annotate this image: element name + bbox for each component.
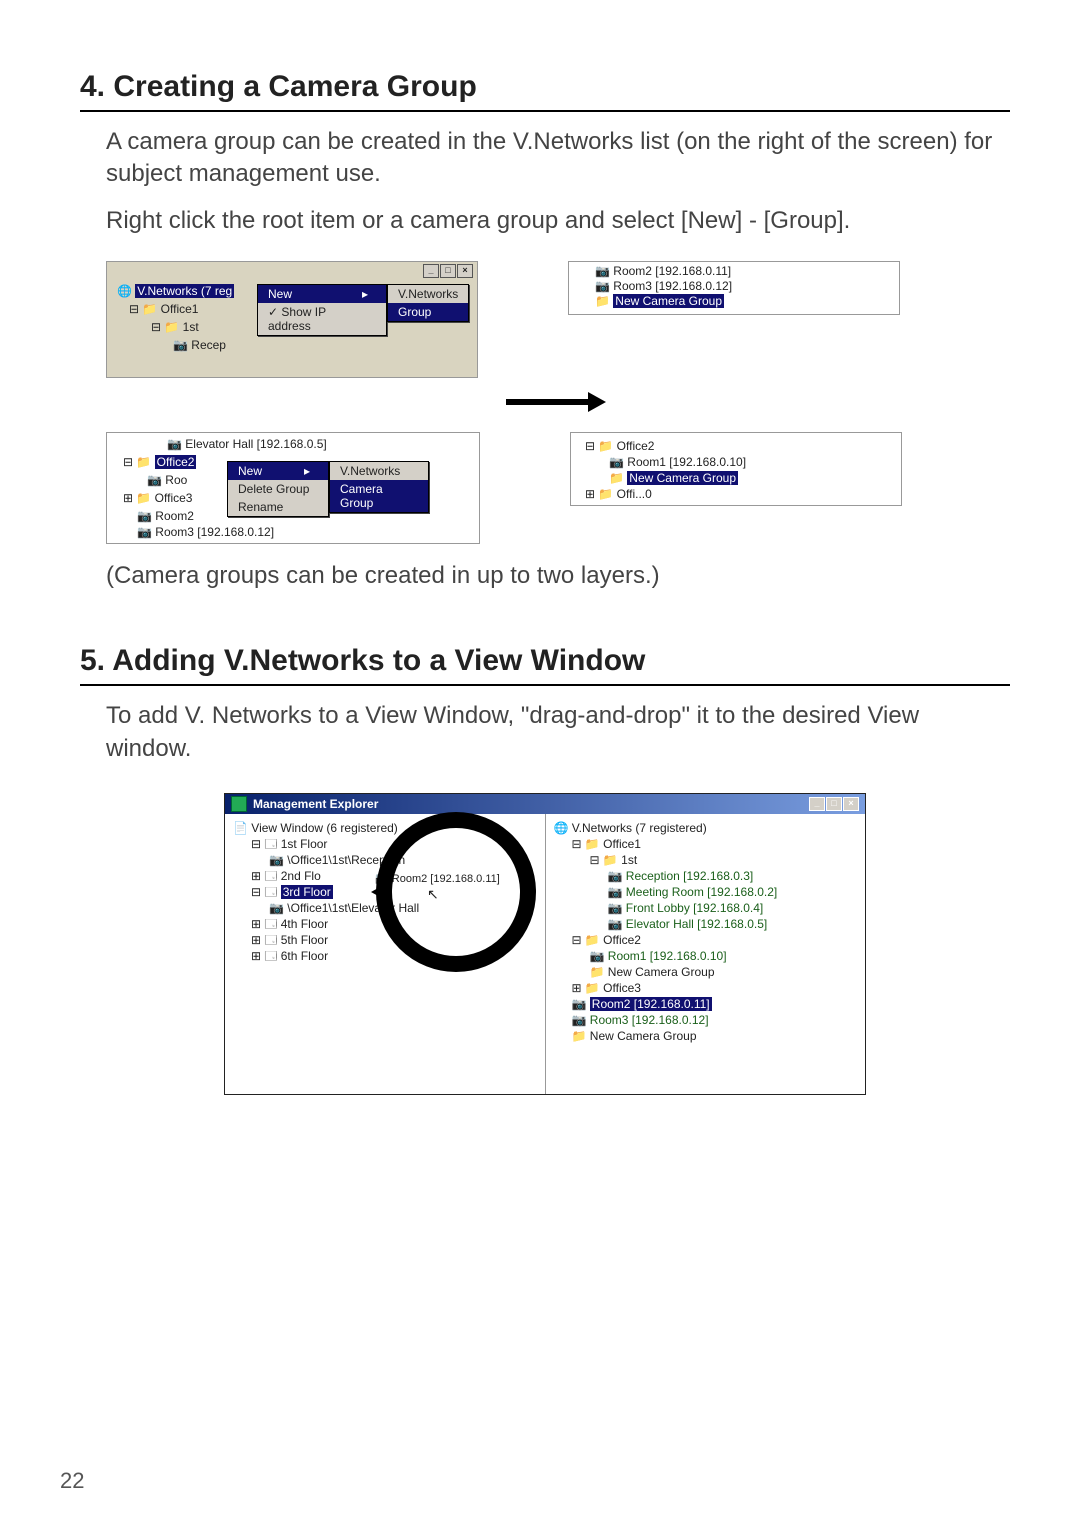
submenu-c: V.Networks Camera Group — [329, 461, 429, 513]
drag-arrow-tip — [371, 882, 389, 902]
tree-office3-c[interactable]: ⊞ 📁 Office3 — [123, 491, 192, 505]
tree-elevator-c[interactable]: 📷 Elevator Hall [192.168.0.5] — [167, 437, 327, 451]
minimize-button[interactable]: _ — [423, 264, 439, 278]
tree-root-a[interactable]: 🌐 V.Networks (7 reg — [117, 284, 234, 298]
vnet-room3[interactable]: 📷 Room3 [192.168.0.12] — [554, 1012, 862, 1028]
menu-item-showip[interactable]: ✓ Show IP address — [258, 303, 386, 335]
vnet-meeting[interactable]: 📷 Meeting Room [192.168.0.2] — [554, 884, 862, 900]
vnet-newcg[interactable]: 📁 New Camera Group — [554, 1028, 862, 1044]
tree-room3-b[interactable]: 📷 Room3 [192.168.0.12] — [595, 279, 732, 293]
management-explorer-title: Management Explorer — [253, 797, 809, 811]
vnet-office2[interactable]: ⊟ 📁 Office2 — [554, 932, 862, 948]
arrow-icon — [506, 394, 606, 410]
section4-title: 4. Creating a Camera Group — [80, 70, 1010, 112]
arrow-row — [106, 388, 1010, 422]
tree-root-a-label: V.Networks (7 reg — [135, 284, 234, 298]
section4-figures: _ □ × 🌐 V.Networks (7 reg ⊟ 📁 Office1 ⊟ … — [106, 261, 1010, 544]
panel-a: _ □ × 🌐 V.Networks (7 reg ⊟ 📁 Office1 ⊟ … — [106, 261, 478, 378]
vnet-office1[interactable]: ⊟ 📁 Office1 — [554, 836, 862, 852]
app-icon — [231, 796, 247, 812]
tree-roo-c[interactable]: 📷 Roo — [147, 473, 187, 487]
submenu-a: V.Networks Group — [387, 284, 469, 322]
vnet-1st[interactable]: ⊟ 📁 1st — [554, 852, 862, 868]
fig-row-1: _ □ × 🌐 V.Networks (7 reg ⊟ 📁 Office1 ⊟ … — [106, 261, 1010, 378]
close-button[interactable]: × — [457, 264, 473, 278]
section4-para2: Right click the root item or a camera gr… — [106, 205, 1010, 237]
tree-room2-b[interactable]: 📷 Room2 [192.168.0.11] — [595, 264, 731, 278]
vnet-reception[interactable]: 📷 Reception [192.168.0.3] — [554, 868, 862, 884]
management-explorer-titlebar: Management Explorer _ □ × — [225, 794, 865, 814]
context-menu-c: New▸ Delete Group Rename — [227, 461, 329, 517]
fig-row-2: 📷 Elevator Hall [192.168.0.5] ⊟ 📁 Office… — [106, 432, 1010, 544]
panel-c: 📷 Elevator Hall [192.168.0.5] ⊟ 📁 Office… — [106, 432, 480, 544]
section5-title: 5. Adding V.Networks to a View Window — [80, 644, 1010, 686]
section4-para1: A camera group can be created in the V.N… — [106, 126, 1010, 191]
submenu-item-cameragroup-c[interactable]: Camera Group — [330, 480, 428, 512]
context-menu-a: New▸ ✓ Show IP address — [257, 284, 387, 336]
menu-item-delete-c[interactable]: Delete Group — [228, 480, 328, 498]
tree-recep-a[interactable]: 📷 Recep — [173, 338, 226, 352]
vnetworks-tree: 🌐 V.Networks (7 registered) ⊟ 📁 Office1 … — [545, 814, 866, 1094]
window-controls-a: _ □ × — [423, 264, 473, 278]
tree-newcg-b[interactable]: 📁 New Camera Group — [595, 294, 724, 308]
submenu-item-group[interactable]: Group — [388, 303, 468, 321]
minimize-button[interactable]: _ — [809, 797, 825, 811]
menu-item-new[interactable]: New▸ — [258, 285, 386, 303]
section4-note: (Camera groups can be created in up to t… — [106, 562, 1010, 590]
tree-office2-d[interactable]: ⊟ 📁 Office2 — [585, 439, 654, 453]
vnet-root[interactable]: 🌐 V.Networks (7 registered) — [554, 820, 862, 836]
panel-b: 📷 Room2 [192.168.0.11] 📷 Room3 [192.168.… — [568, 261, 900, 315]
tree-truncated-d: ⊞ 📁 Offi...0 — [585, 487, 652, 501]
submenu-item-vnetworks[interactable]: V.Networks — [388, 285, 468, 303]
page-number: 22 — [60, 1468, 84, 1494]
submenu-item-vnetworks-c[interactable]: V.Networks — [330, 462, 428, 480]
tree-room2-c[interactable]: 📷 Room2 — [137, 509, 194, 523]
close-button[interactable]: × — [843, 797, 859, 811]
tree-room3-c[interactable]: 📷 Room3 [192.168.0.12] — [137, 525, 274, 539]
menu-item-new-c[interactable]: New▸ — [228, 462, 328, 480]
tree-1st-a[interactable]: ⊟ 📁 1st — [151, 320, 199, 334]
management-explorer-window: Management Explorer _ □ × 📄 View Window … — [224, 793, 866, 1095]
maximize-button[interactable]: □ — [826, 797, 842, 811]
tree-office1-a[interactable]: ⊟ 📁 Office1 — [129, 302, 198, 316]
menu-item-rename-c[interactable]: Rename — [228, 498, 328, 516]
section5-para1: To add V. Networks to a View Window, "dr… — [106, 700, 1010, 765]
tree-room1-d[interactable]: 📷 Room1 [192.168.0.10] — [609, 455, 746, 469]
vnet-room1[interactable]: 📷 Room1 [192.168.0.10] — [554, 948, 862, 964]
maximize-button[interactable]: □ — [440, 264, 456, 278]
drag-arc-overlay — [376, 812, 536, 972]
panel-d: ⊟ 📁 Office2 📷 Room1 [192.168.0.10] 📁 New… — [570, 432, 902, 506]
tree-newcg-d[interactable]: 📁 New Camera Group — [609, 471, 738, 485]
tree-office2-c[interactable]: ⊟ 📁 Office2 — [123, 455, 196, 469]
vnet-office3[interactable]: ⊞ 📁 Office3 — [554, 980, 862, 996]
vnet-newcg2[interactable]: 📁 New Camera Group — [554, 964, 862, 980]
vnet-lobby[interactable]: 📷 Front Lobby [192.168.0.4] — [554, 900, 862, 916]
vnet-room2[interactable]: 📷 Room2 [192.168.0.11] — [554, 996, 862, 1012]
vnet-elevator[interactable]: 📷 Elevator Hall [192.168.0.5] — [554, 916, 862, 932]
